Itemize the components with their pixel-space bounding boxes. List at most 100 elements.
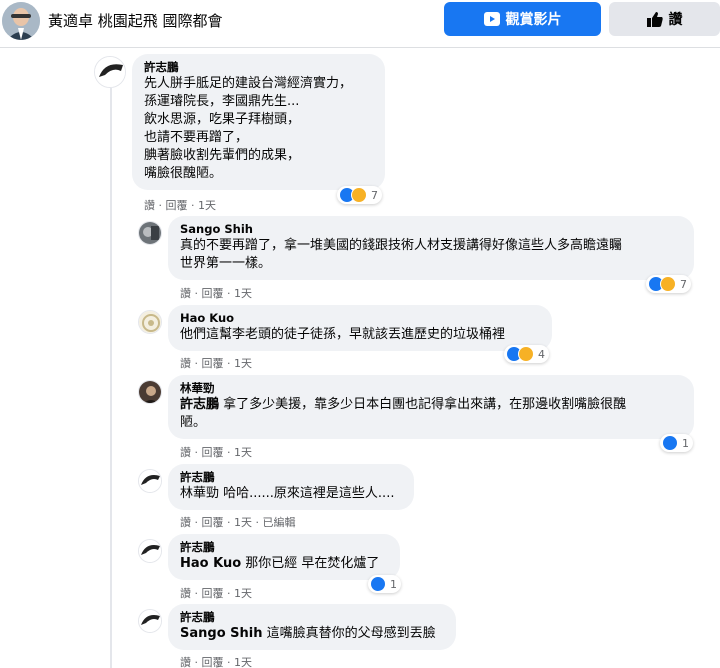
comment-actions: 讚 · 回覆 · 1天: [180, 444, 252, 460]
reaction-summary[interactable]: 7: [337, 186, 382, 204]
haha-reaction-icon: [660, 276, 676, 292]
mention-link[interactable]: Hao Kuo: [180, 556, 241, 571]
comment-bubble: Hao Kuo 他們這幫李老頭的徒子徒孫，早就該丟進歷史的垃圾桶裡: [168, 305, 552, 351]
page-avatar[interactable]: [2, 2, 40, 40]
comment-bubble: 許志鵬 Sango Shih 這嘴臉真替你的父母感到丟臉: [168, 604, 456, 650]
comment-author[interactable]: Hao Kuo: [180, 311, 540, 326]
comment-author[interactable]: 許志鵬: [180, 470, 402, 485]
avatar[interactable]: [94, 56, 126, 88]
reply-link[interactable]: 回覆: [202, 446, 224, 459]
like-reaction-icon: [662, 435, 678, 451]
reply-link[interactable]: 回覆: [202, 587, 224, 600]
separator: ·: [158, 199, 166, 212]
separator: ·: [227, 656, 234, 668]
comment-actions: 讚 · 回覆 · 1天: [180, 585, 252, 601]
separator: ·: [227, 287, 234, 300]
mention-link[interactable]: Sango Shih: [180, 626, 262, 641]
haha-reaction-icon: [351, 187, 367, 203]
reaction-count: 7: [680, 277, 687, 291]
profile-photo-icon: [139, 381, 161, 403]
separator: ·: [194, 656, 202, 668]
comment-time[interactable]: 1天: [234, 287, 252, 300]
avatar[interactable]: [138, 310, 162, 334]
comment-time[interactable]: 1天: [234, 516, 252, 529]
separator: ·: [194, 587, 202, 600]
reaction-summary[interactable]: 1: [368, 575, 401, 593]
like-link[interactable]: 讚: [180, 357, 191, 370]
comment-text: 他們這幫李老頭的徒子徒孫，早就該丟進歷史的垃圾桶裡: [180, 327, 506, 342]
edited-label: 已編輯: [262, 516, 296, 529]
reply-link[interactable]: 回覆: [202, 656, 224, 668]
avatar[interactable]: [138, 221, 162, 245]
comment-bubble: 林華勁 許志鵬 拿了多少美援，靠多少日本白團也記得拿出來講，在那邊收割嘴臉很醜 …: [168, 375, 694, 439]
separator: ·: [255, 516, 263, 529]
comment-text: 先人胼手胝足的建設台灣經濟實力， 孫運璿院長，李國鼎先生... 飲水思源，吃果子…: [144, 76, 353, 181]
comment-actions: 讚 · 回覆 · 1天: [180, 355, 252, 371]
comment-author[interactable]: 許志鵬: [144, 60, 373, 75]
comment-actions: 讚 · 回覆 · 1天 · 已編輯: [180, 514, 296, 530]
avatar[interactable]: [138, 539, 162, 563]
comment-bubble: 許志鵬 Hao Kuo 那你已經 早在焚化爐了: [168, 534, 400, 580]
like-link[interactable]: 讚: [180, 587, 191, 600]
thumbs-up-icon: [646, 11, 663, 27]
reaction-summary[interactable]: 4: [504, 345, 549, 363]
comment-time[interactable]: 1天: [198, 199, 216, 212]
watch-video-button[interactable]: 觀賞影片: [444, 2, 601, 36]
video-play-icon: [483, 12, 500, 26]
default-avatar-icon: [139, 540, 161, 562]
profile-photo-icon: [139, 222, 161, 244]
comment-time[interactable]: 1天: [234, 656, 252, 668]
like-link[interactable]: 讚: [180, 446, 191, 459]
haha-reaction-icon: [518, 346, 534, 362]
page-title[interactable]: 黃適卓 桃園起飛 國際都會: [48, 10, 223, 31]
reply-link[interactable]: 回覆: [202, 516, 224, 529]
comment-time[interactable]: 1天: [234, 357, 252, 370]
reaction-summary[interactable]: 7: [646, 275, 691, 293]
comment-text: Sango Shih 這嘴臉真替你的父母感到丟臉: [180, 625, 444, 643]
like-page-button[interactable]: 讚: [609, 2, 720, 36]
comment-actions: 讚 · 回覆 · 1天: [180, 285, 252, 301]
comment-author[interactable]: Sango Shih: [180, 222, 682, 237]
like-link[interactable]: 讚: [180, 656, 191, 668]
reaction-count: 7: [371, 188, 378, 202]
avatar[interactable]: [138, 380, 162, 404]
comment-bubble: Sango Shih 真的不要再蹭了，拿一堆美國的錢跟技術人材支援講得好像這些人…: [168, 216, 694, 280]
reaction-summary[interactable]: 1: [660, 434, 693, 452]
comment-bubble: 許志鵬 先人胼手胝足的建設台灣經濟實力， 孫運璿院長，李國鼎先生... 飲水思源…: [132, 54, 385, 190]
comment-bubble: 許志鵬 林華勁 哈哈......原來這裡是這些人....: [168, 464, 414, 510]
separator: ·: [194, 357, 202, 370]
comment-text: Hao Kuo 那你已經 早在焚化爐了: [180, 555, 388, 573]
comment-actions: 讚 · 回覆 · 1天: [180, 654, 252, 668]
separator: ·: [227, 357, 234, 370]
separator: ·: [194, 446, 202, 459]
comment-author[interactable]: 許志鵬: [180, 610, 444, 625]
comment-text: 許志鵬 拿了多少美援，靠多少日本白團也記得拿出來講，在那邊收割嘴臉很醜 陋。: [180, 396, 682, 432]
default-avatar-icon: [139, 470, 161, 492]
avatar[interactable]: [138, 609, 162, 633]
separator: ·: [194, 287, 202, 300]
comment-time[interactable]: 1天: [234, 587, 252, 600]
like-link[interactable]: 讚: [180, 287, 191, 300]
comment-body: 那你已經 早在焚化爐了: [241, 556, 380, 571]
default-avatar-icon: [95, 57, 125, 87]
comment-author[interactable]: 許志鵬: [180, 540, 388, 555]
separator: ·: [227, 516, 234, 529]
comment-text: 林華勁 哈哈......原來這裡是這些人....: [180, 486, 395, 501]
mention-link[interactable]: 許志鵬: [180, 397, 219, 412]
post-header: 黃適卓 桃園起飛 國際都會 觀賞影片 讚: [0, 0, 720, 48]
reply-link[interactable]: 回覆: [166, 199, 188, 212]
separator: ·: [194, 516, 202, 529]
comment-author[interactable]: 林華勁: [180, 381, 682, 396]
reply-link[interactable]: 回覆: [202, 287, 224, 300]
comment-time[interactable]: 1天: [234, 446, 252, 459]
reply-link[interactable]: 回覆: [202, 357, 224, 370]
like-link[interactable]: 讚: [180, 516, 191, 529]
comment-body: 這嘴臉真替你的父母感到丟臉: [262, 626, 436, 641]
comment-body: 拿了多少美援，靠多少日本白團也記得拿出來講，在那邊收割嘴臉很醜 陋。: [180, 397, 627, 430]
comment-text: 真的不要再蹭了，拿一堆美國的錢跟技術人材支援講得好像這些人多高瞻遠矚 世界第一一…: [180, 238, 623, 271]
avatar[interactable]: [138, 469, 162, 493]
like-link[interactable]: 讚: [144, 199, 155, 212]
default-avatar-icon: [139, 610, 161, 632]
reaction-count: 1: [682, 436, 689, 450]
reaction-count: 1: [390, 577, 397, 591]
